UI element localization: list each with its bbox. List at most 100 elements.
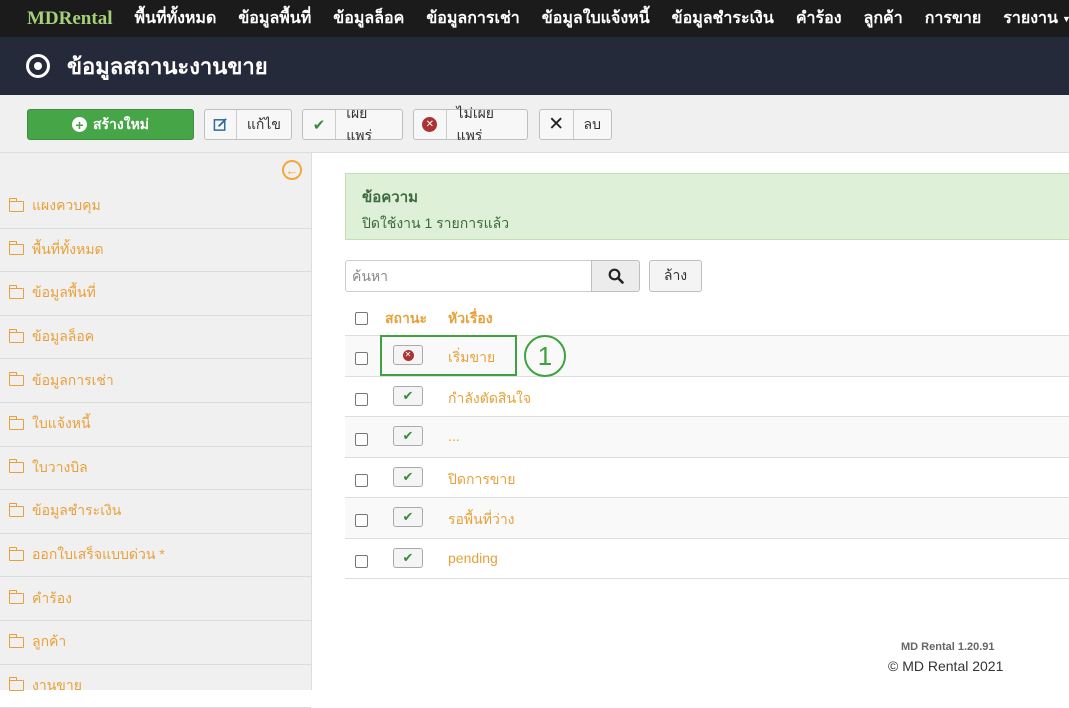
column-header-title[interactable]: หัวเรื่อง [448,308,493,330]
sidebar-item-quick-receipt[interactable]: ออกใบเสร็จแบบด่วน * [0,534,311,578]
nav-item-sales[interactable]: การขาย [925,6,982,31]
message-alert: ข้อความ ปิดใช้งาน 1 รายการแล้ว [345,173,1069,240]
sidebar-item-label: ลูกค้า [32,633,67,650]
delete-button[interactable]: ✕ ลบ [539,109,612,140]
page-header: ข้อมูลสถานะงานขาย [0,37,1069,95]
row-title-link[interactable]: ปิดการขาย [448,469,515,491]
collapse-sidebar-icon[interactable]: ← [282,160,302,180]
check-icon: ✔ [303,110,337,139]
new-button[interactable]: + สร้างใหม่ [27,109,194,140]
folder-icon [8,241,24,256]
nav-item-requests[interactable]: คำร้อง [796,6,842,31]
status-toggle-button[interactable]: ✔ [393,385,423,406]
sidebar-item-requests[interactable]: คำร้อง [0,577,311,621]
row-checkbox[interactable] [355,392,368,406]
table-row: ✔ รอพื้นที่ว่าง [345,498,1069,539]
nav-item-reports-label: รายงาน [1003,10,1058,27]
sidebar-item-customers[interactable]: ลูกค้า [0,621,311,665]
column-header-status[interactable]: สถานะ [385,308,427,330]
alert-text: ปิดใช้งาน 1 รายการแล้ว [362,215,510,231]
select-all-checkbox[interactable] [355,312,368,325]
edit-button-label: แก้ไข [246,115,281,132]
alert-heading: ข้อความ [362,189,419,206]
published-check-icon: ✔ [402,468,414,484]
nav-item-reports[interactable]: รายงาน ▼ [1003,6,1069,31]
row-checkbox[interactable] [355,352,368,365]
folder-icon [8,459,24,474]
plus-icon: + [71,117,87,132]
nav-item-customers[interactable]: ลูกค้า [864,6,903,31]
page-title: ข้อมูลสถานะงานขาย [67,53,268,79]
folder-icon [8,590,24,605]
sidebar-item-payment-info[interactable]: ข้อมูลชำระเงิน [0,490,311,534]
search-input[interactable] [345,260,592,292]
status-toggle-button[interactable]: ✔ [393,426,423,446]
sidebar-item-billing[interactable]: ใบวางบิล [0,447,311,491]
copyright-text: © MD Rental 2021 [888,658,1004,674]
table-row: ✔ ... [345,417,1069,458]
status-toggle-button[interactable]: ✔ [393,547,423,568]
row-checkbox[interactable] [355,473,368,487]
row-title-link[interactable]: กำลังตัดสินใจ [448,388,531,410]
status-toggle-button[interactable]: ✔ [393,507,423,527]
published-check-icon: ✔ [402,549,414,565]
table-row: ✔ กำลังตัดสินใจ [345,377,1069,417]
nav-item-payment-info[interactable]: ข้อมูลชำระเงิน [672,6,774,31]
nav-item-rental-info[interactable]: ข้อมูลการเช่า [426,6,519,31]
sidebar-item-label: ใบวางบิล [32,458,88,475]
brand-logo[interactable]: MDRental [27,8,112,30]
sidebar-item-dashboard[interactable]: แผงควบคุม [0,185,311,229]
sidebar-item-sales-jobs[interactable]: งานขาย [0,665,311,708]
folder-icon [8,633,24,648]
publish-button[interactable]: ✔ เผยแพร่ [302,105,403,143]
folder-icon [8,546,24,561]
close-icon: ✕ [540,110,574,139]
sidebar-item-label: ข้อมูลชำระเงิน [32,502,122,519]
target-icon [26,54,50,78]
row-title-link[interactable]: pending [448,550,498,566]
nav-item-invoice-info[interactable]: ข้อมูลใบแจ้งหนี้ [542,6,650,31]
folder-icon [8,328,24,343]
publish-button-label: เผยแพร่ [346,104,372,143]
sidebar-item-label: แผงควบคุม [32,197,101,214]
table-row: ✔ ปิดการขาย [345,458,1069,498]
published-check-icon: ✔ [402,428,414,443]
sidebar-item-invoices[interactable]: ใบแจ้งหนี้ [0,403,311,447]
sidebar-item-lock-info[interactable]: ข้อมูลล็อค [0,316,311,360]
clear-button[interactable]: ล้าง [649,260,702,292]
sidebar: ← แผงควบคุม พื้นที่ทั้งหมด ข้อมูลพื้นที่… [0,153,312,708]
cancel-circle-icon: ✕ [414,110,447,139]
folder-icon [8,372,24,387]
top-navbar: MDRental พื้นที่ทั้งหมด ข้อมูลพื้นที่ ข้… [0,0,1069,37]
sidebar-item-rental-info[interactable]: ข้อมูลการเช่า [0,359,311,403]
sidebar-item-label: ออกใบเสร็จแบบด่วน * [32,546,165,563]
unpublish-button-label: ไม่เผยแพร่ [456,104,495,143]
nav-item-all-areas[interactable]: พื้นที่ทั้งหมด [134,6,216,31]
sidebar-item-label: ข้อมูลล็อค [32,328,95,345]
table-row: ✔ pending [345,539,1069,579]
sidebar-item-label: คำร้อง [32,589,72,606]
row-checkbox[interactable] [355,554,368,568]
annotation-highlight-box [380,335,517,376]
row-title-link[interactable]: รอพื้นที่ว่าง [448,509,515,531]
nav-item-lock-info[interactable]: ข้อมูลล็อค [333,6,404,31]
published-check-icon: ✔ [402,509,414,524]
row-title-link[interactable]: ... [448,428,460,444]
annotation-number-marker: 1 [524,335,566,377]
row-checkbox[interactable] [355,514,368,527]
sidebar-item-label: พื้นที่ทั้งหมด [32,240,104,257]
unpublish-button[interactable]: ✕ ไม่เผยแพร่ [413,105,528,143]
folder-icon [8,284,24,299]
new-button-label: สร้างใหม่ [92,115,150,132]
folder-icon [8,415,24,430]
sidebar-item-area-info[interactable]: ข้อมูลพื้นที่ [0,272,311,316]
sidebar-item-all-areas[interactable]: พื้นที่ทั้งหมด [0,229,311,273]
status-toggle-button[interactable]: ✔ [393,466,423,487]
folder-icon [8,197,24,212]
sidebar-item-label: งานขาย [32,676,82,693]
nav-item-area-info[interactable]: ข้อมูลพื้นที่ [238,6,311,31]
row-checkbox[interactable] [355,433,368,446]
toolbar: + สร้างใหม่ แก้ไข ✔ เผยแพร่ ✕ ไม่เผยแพร่… [0,95,1069,153]
search-button[interactable] [591,260,640,292]
edit-button[interactable]: แก้ไข [204,109,292,140]
